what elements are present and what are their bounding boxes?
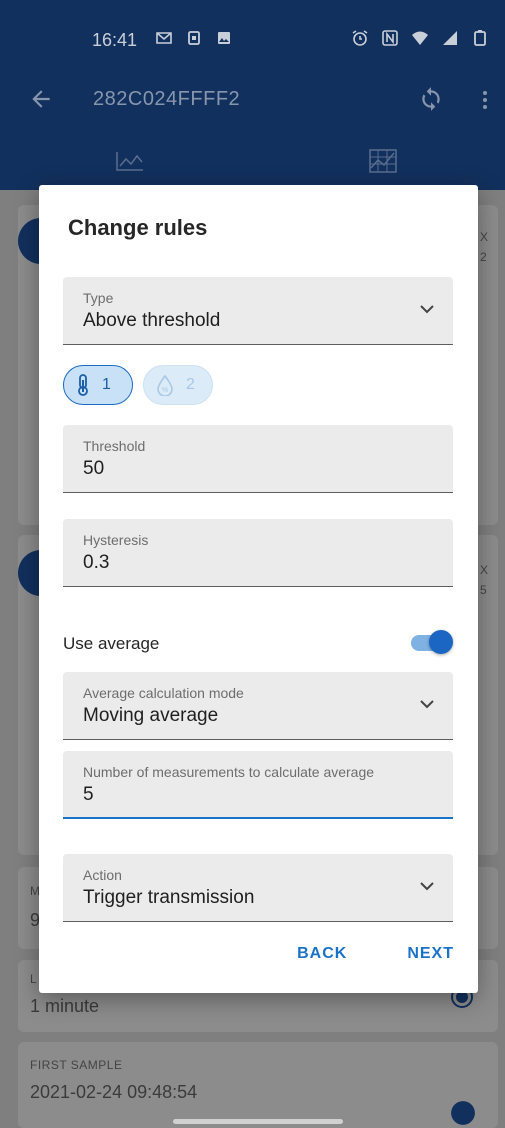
threshold-value: 50 bbox=[83, 458, 105, 479]
sim-icon bbox=[188, 31, 200, 45]
threshold-field[interactable]: Threshold 50 bbox=[63, 425, 453, 493]
dialog-actions: BACK NEXT bbox=[297, 945, 454, 963]
type-value: Above threshold bbox=[83, 310, 221, 331]
next-button[interactable]: NEXT bbox=[407, 945, 454, 963]
use-average-switch[interactable] bbox=[403, 625, 453, 661]
gesture-nav-handle[interactable] bbox=[173, 1119, 343, 1124]
bg-row-value: 1 minute bbox=[30, 996, 100, 1016]
sensor-chip-temperature[interactable]: 1 bbox=[63, 365, 133, 405]
average-mode-label: Average calculation mode bbox=[83, 685, 244, 701]
type-dropdown[interactable]: Type Above threshold bbox=[63, 277, 453, 345]
bg-glyph: X bbox=[480, 230, 489, 244]
sensor-chips: 1 % 2 bbox=[63, 365, 213, 405]
hysteresis-label: Hysteresis bbox=[83, 532, 149, 548]
hysteresis-value: 0.3 bbox=[83, 552, 110, 573]
average-mode-value: Moving average bbox=[83, 705, 219, 726]
hysteresis-field[interactable]: Hysteresis 0.3 bbox=[63, 519, 453, 587]
svg-text:%: % bbox=[162, 387, 168, 394]
num-measurements-label: Number of measurements to calculate aver… bbox=[83, 764, 375, 780]
status-bar: 16:41 bbox=[0, 0, 505, 72]
num-measurements-field[interactable]: Number of measurements to calculate aver… bbox=[63, 751, 453, 819]
action-value: Trigger transmission bbox=[83, 887, 255, 908]
action-dropdown[interactable]: Action Trigger transmission bbox=[63, 854, 453, 922]
humidity-icon: % bbox=[157, 374, 173, 396]
bg-row-value: 2021-02-24 09:48:54 bbox=[30, 1082, 198, 1102]
thermometer-icon bbox=[78, 374, 88, 396]
action-label: Action bbox=[83, 867, 122, 883]
app-bar: 282C024FFFF2 bbox=[0, 72, 505, 128]
tab-bar bbox=[0, 128, 505, 190]
info-icon[interactable] bbox=[450, 1100, 476, 1126]
wifi-icon bbox=[412, 31, 428, 45]
sync-icon[interactable] bbox=[418, 86, 444, 112]
threshold-label: Threshold bbox=[83, 438, 146, 454]
use-average-label: Use average bbox=[63, 634, 160, 653]
alarm-icon bbox=[352, 30, 368, 46]
line-chart-icon[interactable] bbox=[115, 150, 145, 172]
bg-row-label: L bbox=[30, 972, 37, 986]
chip-label: 1 bbox=[102, 376, 111, 393]
chevron-down-icon bbox=[420, 700, 434, 709]
battery-icon bbox=[474, 30, 486, 46]
num-measurements-value: 5 bbox=[83, 784, 94, 805]
bg-row-label: FIRST SAMPLE bbox=[30, 1058, 123, 1072]
bg-glyph: 2 bbox=[480, 250, 487, 264]
change-rules-dialog: Change rules Type Above threshold 1 % 2 … bbox=[39, 185, 478, 993]
bg-glyph: 5 bbox=[480, 583, 487, 597]
image-icon bbox=[218, 32, 230, 44]
more-vert-icon[interactable] bbox=[476, 88, 494, 112]
chevron-down-icon bbox=[420, 882, 434, 891]
signal-icon bbox=[443, 31, 457, 45]
back-arrow-icon[interactable] bbox=[28, 86, 54, 112]
chip-label: 2 bbox=[186, 376, 195, 393]
gmail-icon bbox=[156, 32, 172, 44]
average-mode-dropdown[interactable]: Average calculation mode Moving average bbox=[63, 672, 453, 740]
chevron-down-icon bbox=[420, 305, 434, 314]
use-average-row: Use average bbox=[63, 625, 453, 661]
nfc-icon bbox=[382, 30, 398, 46]
status-time: 16:41 bbox=[92, 30, 138, 50]
bg-glyph: X bbox=[480, 563, 489, 577]
grid-chart-icon[interactable] bbox=[368, 148, 398, 174]
dialog-title: Change rules bbox=[68, 215, 208, 240]
back-button[interactable]: BACK bbox=[297, 945, 347, 963]
page-title: 282C024FFFF2 bbox=[93, 88, 241, 110]
type-label: Type bbox=[83, 290, 114, 306]
sensor-chip-humidity[interactable]: % 2 bbox=[143, 365, 213, 405]
switch-thumb bbox=[429, 630, 453, 654]
